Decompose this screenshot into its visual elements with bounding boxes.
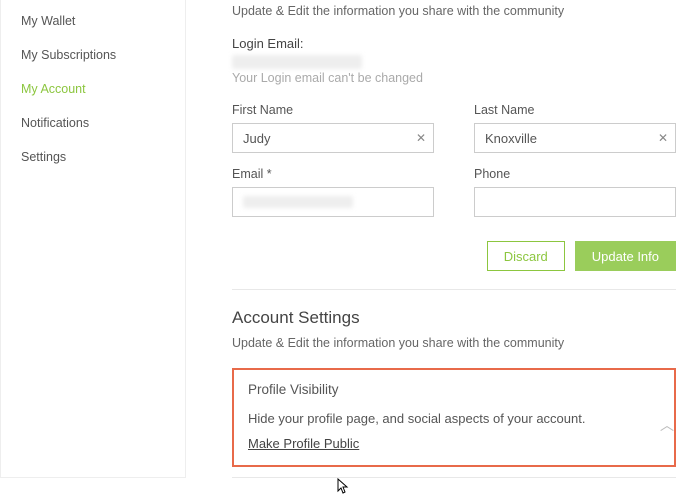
email-label: Email * (232, 167, 434, 181)
divider (232, 477, 676, 478)
make-profile-public-link[interactable]: Make Profile Public (248, 436, 359, 451)
account-settings-title: Account Settings (232, 308, 676, 328)
sidebar-item-account[interactable]: My Account (1, 72, 185, 106)
login-email-value (232, 55, 362, 69)
email-input[interactable] (232, 187, 434, 217)
profile-subheading: Update & Edit the information you share … (232, 4, 676, 18)
cursor-icon (334, 478, 350, 501)
chevron-up-icon[interactable]: ︿ (660, 415, 674, 435)
update-info-button[interactable]: Update Info (575, 241, 676, 271)
first-name-label: First Name (232, 103, 434, 117)
login-email-label: Login Email: (232, 36, 676, 51)
sidebar-item-notifications[interactable]: Notifications (1, 106, 185, 140)
phone-input[interactable] (474, 187, 676, 217)
last-name-input[interactable] (474, 123, 676, 153)
first-name-input[interactable] (232, 123, 434, 153)
sidebar-item-wallet[interactable]: My Wallet (1, 4, 185, 38)
profile-visibility-title: Profile Visibility (248, 382, 660, 397)
login-email-hint: Your Login email can't be changed (232, 71, 676, 85)
account-settings-subheading: Update & Edit the information you share … (232, 336, 676, 350)
sidebar-item-subscriptions[interactable]: My Subscriptions (1, 38, 185, 72)
sidebar: My Wallet My Subscriptions My Account No… (0, 0, 186, 478)
sidebar-item-settings[interactable]: Settings (1, 140, 185, 174)
clear-last-name-icon[interactable]: ✕ (658, 131, 668, 145)
discard-button[interactable]: Discard (487, 241, 565, 271)
divider (232, 289, 676, 290)
profile-visibility-desc: Hide your profile page, and social aspec… (248, 411, 660, 426)
last-name-label: Last Name (474, 103, 676, 117)
profile-visibility-panel: Profile Visibility Hide your profile pag… (232, 368, 676, 467)
clear-first-name-icon[interactable]: ✕ (416, 131, 426, 145)
main-content: Update & Edit the information you share … (186, 0, 686, 478)
phone-label: Phone (474, 167, 676, 181)
